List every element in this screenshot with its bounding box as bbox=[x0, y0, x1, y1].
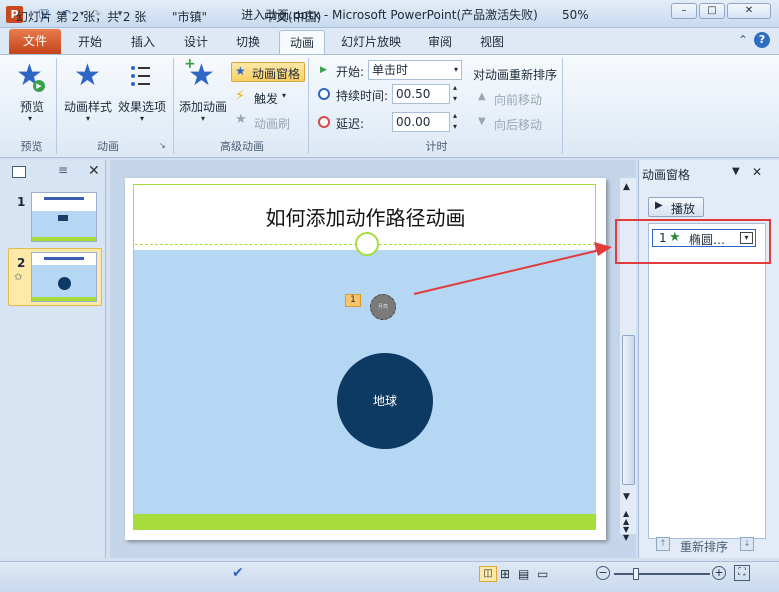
zoom-slider-thumb[interactable] bbox=[633, 568, 639, 580]
zoom-out-icon[interactable]: − bbox=[596, 566, 610, 580]
language-text[interactable]: 中文(中国) bbox=[264, 8, 321, 25]
spelling-check-icon[interactable]: ✔ bbox=[232, 565, 244, 581]
zoom-in-icon[interactable]: + bbox=[712, 566, 726, 580]
zoom-level-text[interactable]: 50% bbox=[562, 8, 589, 22]
status-bar bbox=[0, 561, 779, 592]
slide-info-text: 幻灯片 第 2 张，共 2 张 bbox=[16, 10, 147, 24]
zoom-slider[interactable] bbox=[614, 573, 710, 575]
fit-to-window-icon[interactable]: ⛶ bbox=[734, 565, 750, 581]
normal-view-icon[interactable]: ◫ bbox=[479, 566, 497, 582]
slide-sorter-icon[interactable]: ⊞ bbox=[500, 567, 510, 581]
slideshow-view-icon[interactable]: ▭ bbox=[537, 567, 548, 581]
pointer-arrow bbox=[413, 242, 612, 295]
theme-name-text: "市镇" bbox=[172, 10, 208, 24]
reading-view-icon[interactable]: ▤ bbox=[518, 567, 529, 581]
